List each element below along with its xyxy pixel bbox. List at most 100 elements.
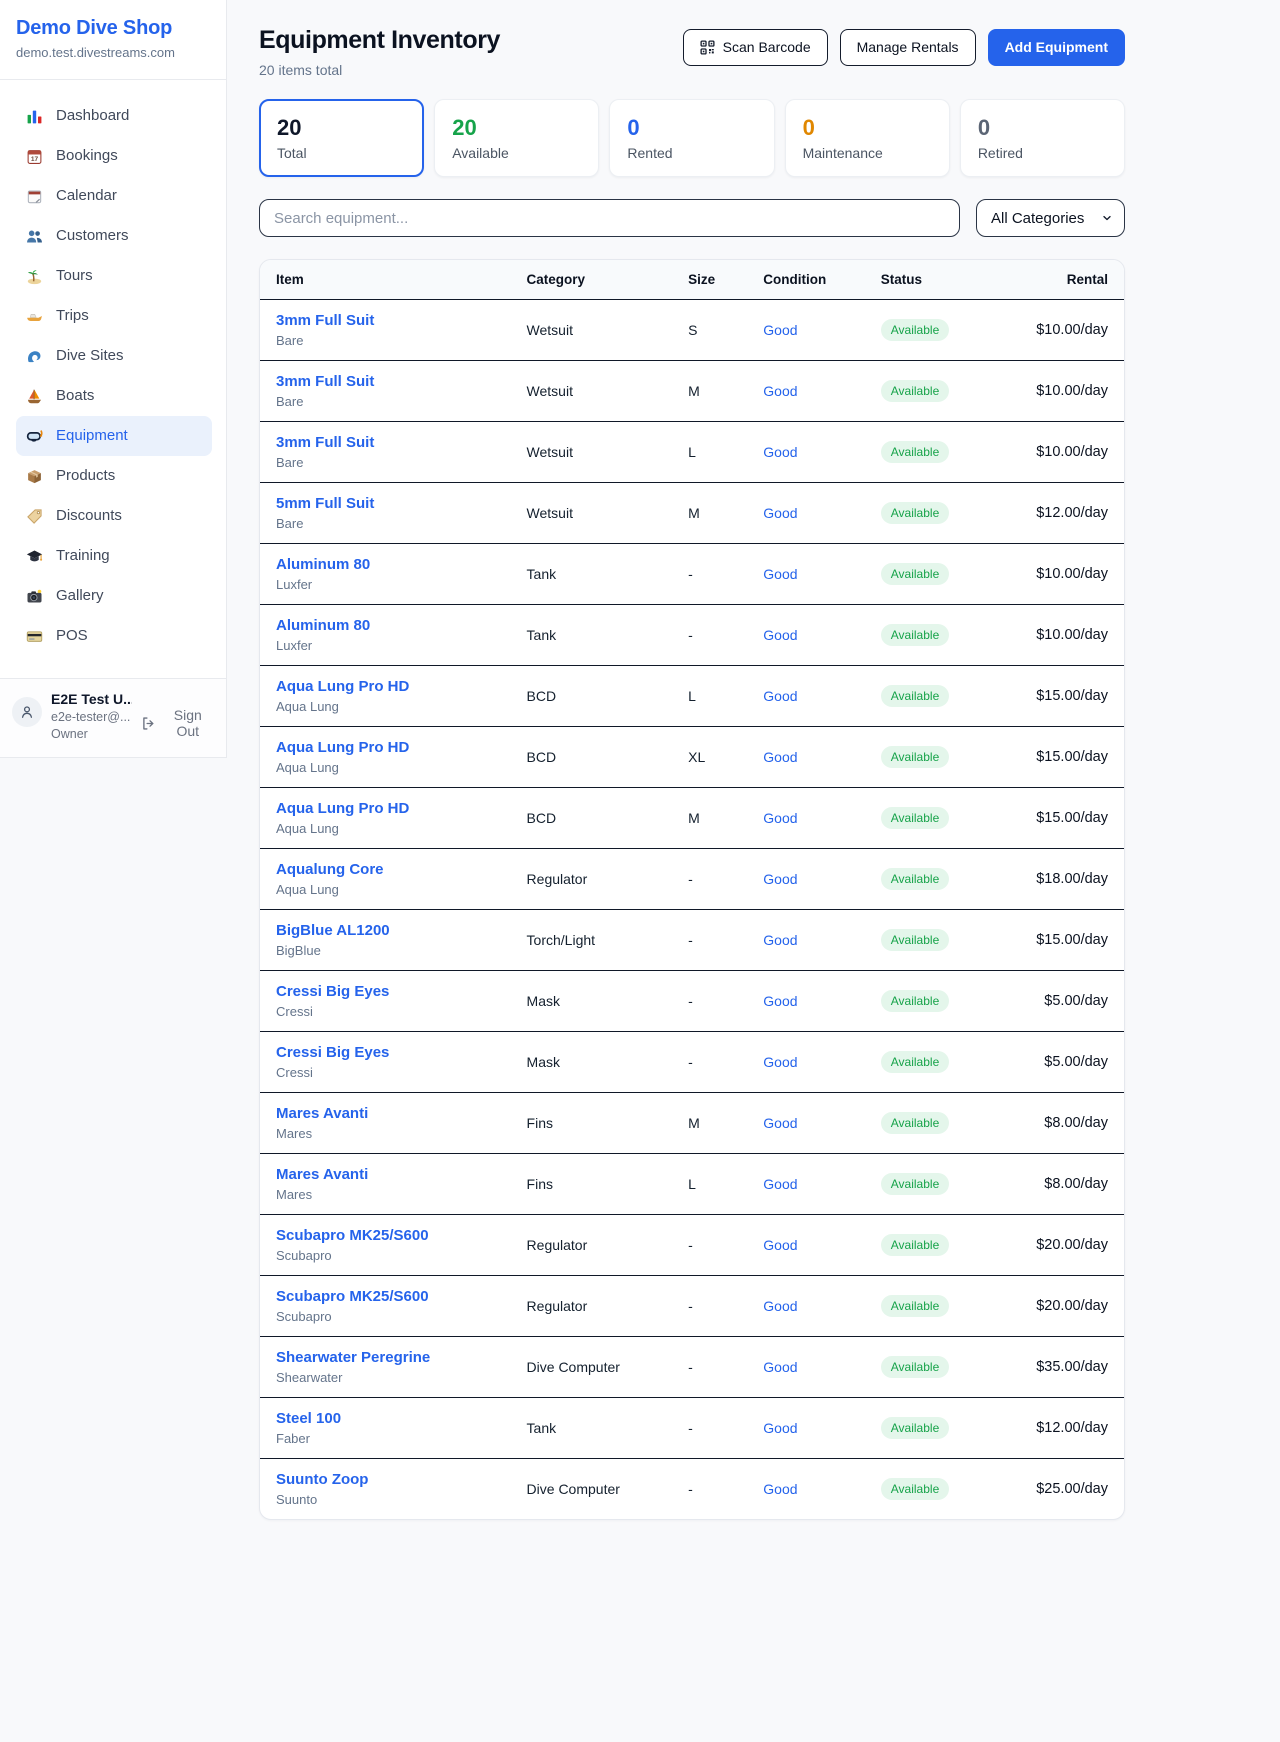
condition-link[interactable]: Good (747, 1154, 865, 1215)
sidebar-item-products[interactable]: Products (16, 456, 212, 496)
stat-card-available[interactable]: 20 Available (434, 99, 599, 177)
item-link[interactable]: Aluminum 80 (276, 556, 370, 573)
column-header-category: Category (511, 260, 673, 300)
condition-link[interactable]: Good (747, 1459, 865, 1520)
status-badge: Available (881, 502, 949, 524)
sidebar-item-dashboard[interactable]: Dashboard (16, 96, 212, 136)
condition-link[interactable]: Good (747, 483, 865, 544)
condition-link[interactable]: Good (747, 727, 865, 788)
package-icon (26, 468, 43, 485)
condition-link[interactable]: Good (747, 788, 865, 849)
condition-link[interactable]: Good (747, 849, 865, 910)
scan-barcode-button[interactable]: Scan Barcode (683, 29, 828, 66)
table-row: Cressi Big Eyes Cressi Mask - Good Avail… (260, 971, 1124, 1032)
item-link[interactable]: Shearwater Peregrine (276, 1349, 430, 1366)
table-row: Aqua Lung Pro HD Aqua Lung BCD L Good Av… (260, 666, 1124, 727)
item-link[interactable]: Scubapro MK25/S600 (276, 1227, 429, 1244)
item-category: Fins (511, 1093, 673, 1154)
item-link[interactable]: Aqua Lung Pro HD (276, 800, 409, 817)
condition-link[interactable]: Good (747, 361, 865, 422)
sidebar-item-boats[interactable]: Boats (16, 376, 212, 416)
condition-link[interactable]: Good (747, 971, 865, 1032)
item-link[interactable]: Aqualung Core (276, 861, 384, 878)
table-row: 3mm Full Suit Bare Wetsuit L Good Availa… (260, 422, 1124, 483)
item-link[interactable]: Suunto Zoop (276, 1471, 368, 1488)
condition-link[interactable]: Good (747, 1398, 865, 1459)
app: Demo Dive Shop demo.test.divestreams.com… (0, 0, 1280, 1742)
item-brand: Scubapro (276, 1309, 495, 1324)
rental-rate: $10.00/day (998, 544, 1124, 605)
item-size: - (672, 1337, 747, 1398)
item-link[interactable]: BigBlue AL1200 (276, 922, 390, 939)
user-info: E2E Test U... e2e-tester@... Owner (51, 691, 132, 741)
item-link[interactable]: Cressi Big Eyes (276, 983, 389, 1000)
item-link[interactable]: Steel 100 (276, 1410, 341, 1427)
condition-link[interactable]: Good (747, 1032, 865, 1093)
item-link[interactable]: 5mm Full Suit (276, 495, 374, 512)
stat-card-retired[interactable]: 0 Retired (960, 99, 1125, 177)
header-actions: Scan Barcode Manage Rentals Add Equipmen… (683, 26, 1125, 66)
status-badge: Available (881, 1173, 949, 1195)
sidebar-item-pos[interactable]: POS (16, 616, 212, 656)
sidebar-item-trips[interactable]: Trips (16, 296, 212, 336)
sidebar-item-gallery[interactable]: Gallery (16, 576, 212, 616)
condition-link[interactable]: Good (747, 1276, 865, 1337)
stats-row: 20 Total 20 Available 0 Rented 0 (259, 99, 1125, 177)
rental-rate: $25.00/day (998, 1459, 1124, 1520)
condition-link[interactable]: Good (747, 666, 865, 727)
item-brand: Shearwater (276, 1370, 495, 1385)
item-brand: Bare (276, 333, 495, 348)
stat-label: Maintenance (803, 145, 932, 161)
item-link[interactable]: Scubapro MK25/S600 (276, 1288, 429, 1305)
search-input[interactable] (259, 199, 960, 237)
sidebar-item-dive-sites[interactable]: Dive Sites (16, 336, 212, 376)
item-size: - (672, 910, 747, 971)
item-link[interactable]: Aluminum 80 (276, 617, 370, 634)
sidebar-item-customers[interactable]: Customers (16, 216, 212, 256)
sidebar-item-calendar[interactable]: Calendar (16, 176, 212, 216)
item-link[interactable]: Aqua Lung Pro HD (276, 739, 409, 756)
condition-link[interactable]: Good (747, 544, 865, 605)
item-brand: Luxfer (276, 638, 495, 653)
condition-link[interactable]: Good (747, 300, 865, 361)
item-link[interactable]: 3mm Full Suit (276, 373, 374, 390)
stat-card-rented[interactable]: 0 Rented (609, 99, 774, 177)
table-row: Mares Avanti Mares Fins L Good Available… (260, 1154, 1124, 1215)
condition-link[interactable]: Good (747, 605, 865, 666)
condition-link[interactable]: Good (747, 910, 865, 971)
sign-out-button[interactable]: Sign Out (141, 707, 214, 739)
rental-rate: $8.00/day (998, 1154, 1124, 1215)
condition-link[interactable]: Good (747, 1215, 865, 1276)
item-link[interactable]: Cressi Big Eyes (276, 1044, 389, 1061)
item-brand: Scubapro (276, 1248, 495, 1263)
item-link[interactable]: Mares Avanti (276, 1166, 368, 1183)
manage-rentals-button[interactable]: Manage Rentals (840, 29, 976, 66)
item-brand: Faber (276, 1431, 495, 1446)
sidebar-nav: Dashboard 17 Bookings Calendar Customers (0, 79, 226, 670)
rental-rate: $20.00/day (998, 1276, 1124, 1337)
item-link[interactable]: Mares Avanti (276, 1105, 368, 1122)
sidebar-item-training[interactable]: Training (16, 536, 212, 576)
sidebar-item-equipment[interactable]: Equipment (16, 416, 212, 456)
sidebar-item-label: Trips (56, 304, 89, 328)
status-badge: Available (881, 1478, 949, 1500)
add-equipment-button[interactable]: Add Equipment (988, 29, 1125, 66)
bar-chart-icon (26, 108, 43, 125)
barcode-scan-icon (700, 40, 715, 55)
condition-link[interactable]: Good (747, 422, 865, 483)
sidebar-item-bookings[interactable]: 17 Bookings (16, 136, 212, 176)
condition-link[interactable]: Good (747, 1337, 865, 1398)
item-link[interactable]: 3mm Full Suit (276, 312, 374, 329)
sidebar-item-discounts[interactable]: Discounts (16, 496, 212, 536)
item-link[interactable]: 3mm Full Suit (276, 434, 374, 451)
category-select-value: All Categories (991, 210, 1084, 227)
stat-card-maintenance[interactable]: 0 Maintenance (785, 99, 950, 177)
person-icon (19, 704, 35, 720)
category-select[interactable]: All Categories (976, 199, 1125, 237)
stat-card-total[interactable]: 20 Total (259, 99, 424, 177)
condition-link[interactable]: Good (747, 1093, 865, 1154)
item-category: BCD (511, 727, 673, 788)
sidebar-item-tours[interactable]: Tours (16, 256, 212, 296)
calendar-pad-icon (26, 188, 43, 205)
item-link[interactable]: Aqua Lung Pro HD (276, 678, 409, 695)
